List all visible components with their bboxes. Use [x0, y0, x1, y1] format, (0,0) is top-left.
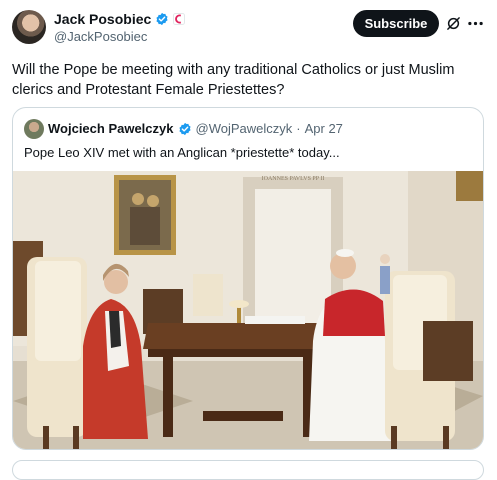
author-avatar[interactable]: [12, 10, 46, 44]
quoted-tweet-card[interactable]: Wojciech Pawelczyk @WojPawelczyk · Apr 2…: [12, 107, 484, 450]
author-handle[interactable]: @JackPosobiec: [54, 28, 185, 46]
quote-text: Pope Leo XIV met with an Anglican *pries…: [24, 145, 340, 160]
subscribe-button[interactable]: Subscribe: [353, 10, 439, 37]
quote-author-avatar[interactable]: [24, 119, 44, 139]
quote-date[interactable]: Apr 27: [305, 120, 343, 138]
author-name[interactable]: Jack Posobiec: [54, 10, 151, 28]
quote-verified-badge-icon: [178, 122, 191, 136]
organization-badge-icon[interactable]: [173, 13, 186, 25]
author-block: Jack Posobiec @JackPosobiec: [54, 10, 186, 46]
quote-author-handle[interactable]: @WojPawelczyk: [196, 120, 293, 138]
quote-photo[interactable]: IOANNES PAVLVS PP II: [13, 171, 483, 450]
verified-badge-icon[interactable]: [155, 12, 169, 26]
next-card-edge: [12, 460, 484, 480]
tweet-text: Will the Pope be meeting with any tradit…: [12, 62, 455, 98]
door-inscription: IOANNES PAVLVS PP II: [262, 176, 325, 182]
quote-author-name[interactable]: Wojciech Pawelczyk: [48, 120, 174, 138]
quote-header: Wojciech Pawelczyk @WojPawelczyk · Apr 2…: [48, 120, 343, 138]
quote-separator: ·: [296, 121, 301, 136]
more-icon[interactable]: [467, 16, 484, 31]
author-name-row: Jack Posobiec: [54, 10, 186, 28]
grok-icon[interactable]: [446, 16, 461, 31]
